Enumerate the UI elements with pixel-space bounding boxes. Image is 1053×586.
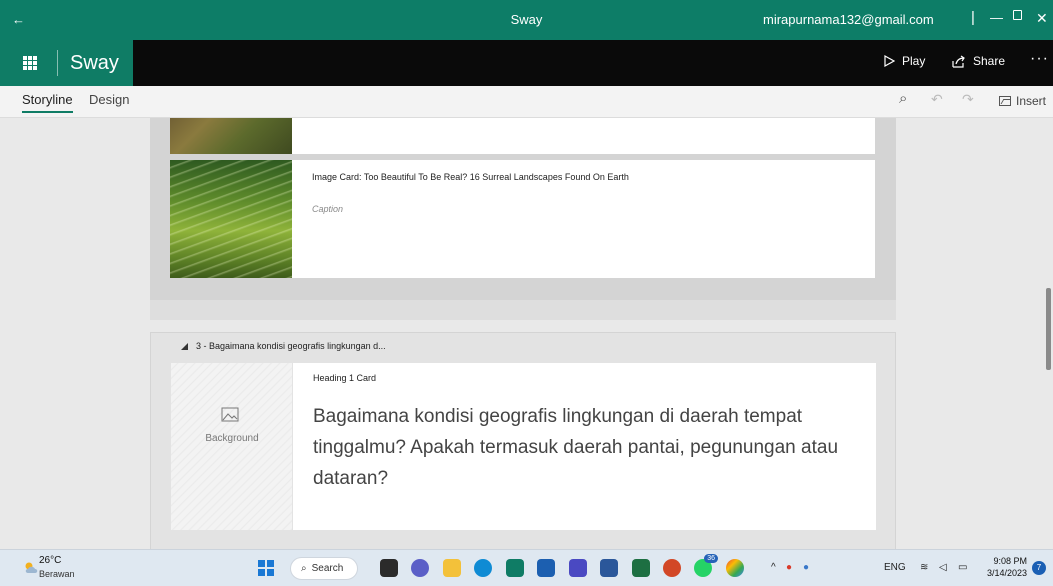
app-name: Sway	[70, 52, 119, 74]
input-language[interactable]: ENG	[884, 562, 906, 573]
search-icon: ⌕	[301, 563, 307, 574]
clock-time: 9:08 PM	[993, 556, 1027, 566]
insert-label: Insert	[1016, 94, 1047, 108]
app-branding: Sway	[0, 40, 133, 86]
restore-button[interactable]	[1013, 10, 1022, 20]
windows-start-icon[interactable]	[258, 560, 274, 576]
play-button[interactable]: Play	[884, 54, 925, 68]
tab-storyline[interactable]: Storyline	[22, 92, 73, 113]
app-launcher-icon[interactable]	[23, 56, 37, 70]
search-label: Search	[311, 563, 344, 574]
system-clock[interactable]: 9:08 PM 3/14/2023	[985, 555, 1027, 579]
chrome-icon[interactable]	[726, 559, 744, 577]
user-email[interactable]: mirapurnama132@gmail.com	[763, 12, 934, 27]
title-separator: |	[971, 9, 975, 26]
card-thumbnail[interactable]	[170, 118, 292, 154]
section-3-group: 3 - Bagaimana kondisi geografis lingkung…	[150, 332, 896, 549]
sway-app-icon[interactable]	[506, 559, 524, 577]
file-explorer-icon[interactable]	[443, 559, 461, 577]
vertical-scrollbar[interactable]	[1046, 288, 1051, 370]
share-label: Share	[973, 54, 1006, 68]
share-button[interactable]: Share	[952, 54, 1005, 68]
app-divider	[57, 50, 58, 76]
word-icon[interactable]	[600, 559, 618, 577]
window-title-bar: ← Sway mirapurnama132@gmail.com | — ✕	[0, 0, 1053, 40]
weather-description: Berawan	[39, 569, 75, 579]
redo-icon[interactable]: ↷	[962, 91, 974, 108]
notification-badge[interactable]: 7	[1032, 561, 1046, 575]
section-2-group: Image Card: Too Beautiful To Be Real? 16…	[150, 118, 896, 300]
insert-button[interactable]: Insert	[999, 94, 1046, 108]
section-header[interactable]: 3 - Bagaimana kondisi geografis lingkung…	[181, 341, 386, 351]
tray-overflow-chevron[interactable]: ^	[771, 562, 776, 573]
section-spacer	[150, 300, 896, 320]
weather-temperature: 26°C	[39, 555, 62, 566]
store-icon[interactable]	[537, 559, 555, 577]
excel-icon[interactable]	[632, 559, 650, 577]
tab-design[interactable]: Design	[89, 92, 129, 107]
battery-icon[interactable]: ▭	[958, 562, 967, 573]
whatsapp-icon[interactable]: 36	[694, 554, 718, 577]
share-icon	[952, 55, 965, 68]
cloud-sun-icon[interactable]	[24, 560, 40, 574]
storyline-canvas: Image Card: Too Beautiful To Be Real? 16…	[0, 118, 1053, 549]
collapse-triangle-icon[interactable]	[181, 342, 188, 350]
tray-app-icon[interactable]: ●	[786, 562, 792, 573]
app-bar: Sway Play Share ···	[0, 40, 1053, 86]
search-icon[interactable]: ⌕	[899, 90, 907, 107]
section-title: 3 - Bagaimana kondisi geografis lingkung…	[196, 341, 386, 351]
task-view-icon[interactable]	[380, 559, 398, 577]
speaker-icon[interactable]: ◁	[939, 562, 947, 573]
whatsapp-badge: 36	[704, 554, 718, 563]
windows-taskbar: 26°C Berawan ⌕ Search 36 ^ ● ● ENG ≋ ◁ ▭…	[0, 549, 1053, 586]
chat-icon[interactable]	[411, 559, 429, 577]
background-label: Background	[205, 433, 259, 444]
more-options-icon[interactable]: ···	[1030, 50, 1049, 68]
image-icon	[999, 96, 1011, 106]
editor-toolbar: Storyline Design ⌕ ↶ ↷ Insert	[0, 86, 1053, 118]
play-icon	[884, 55, 895, 67]
heading-text[interactable]: Bagaimana kondisi geografis lingkungan d…	[313, 401, 863, 494]
play-label: Play	[902, 54, 926, 68]
minimize-button[interactable]: —	[990, 10, 1003, 25]
close-button[interactable]: ✕	[1036, 10, 1048, 27]
tray-google-icon[interactable]: ●	[803, 562, 809, 573]
edge-browser-icon[interactable]	[474, 559, 492, 577]
image-card-title[interactable]: Image Card: Too Beautiful To Be Real? 16…	[312, 172, 629, 182]
image-card-previous[interactable]	[170, 118, 875, 154]
editor-app-icon[interactable]	[569, 559, 587, 577]
heading-card[interactable]: Background Heading 1 Card Bagaimana kond…	[171, 363, 876, 530]
card-thumbnail[interactable]	[170, 160, 292, 278]
wifi-icon[interactable]: ≋	[920, 562, 928, 573]
image-icon	[221, 407, 239, 422]
image-card-caption[interactable]: Caption	[312, 204, 343, 214]
card-type-label: Heading 1 Card	[313, 373, 377, 383]
powerpoint-icon[interactable]	[663, 559, 681, 577]
clock-date: 3/14/2023	[986, 568, 1027, 578]
image-card[interactable]: Image Card: Too Beautiful To Be Real? 16…	[170, 160, 875, 278]
taskbar-search[interactable]: ⌕ Search	[290, 557, 358, 580]
undo-icon[interactable]: ↶	[931, 91, 943, 108]
background-placeholder[interactable]: Background	[171, 363, 293, 530]
